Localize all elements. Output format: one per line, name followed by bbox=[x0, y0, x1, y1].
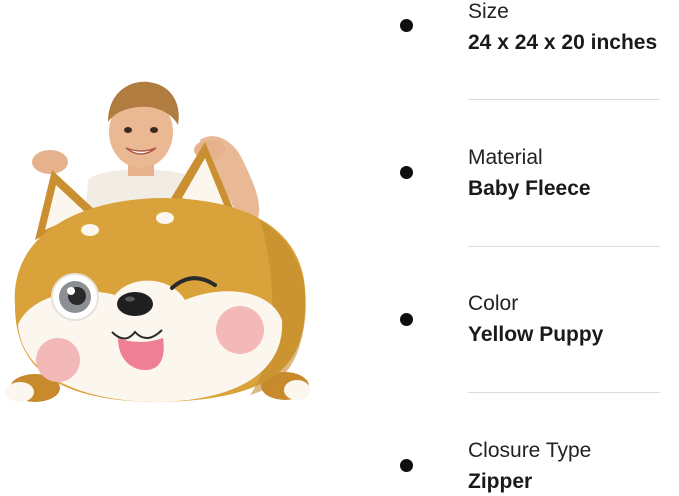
spec-value: Baby Fleece bbox=[468, 177, 591, 200]
bullet-icon bbox=[400, 166, 413, 179]
spec-value: Zipper bbox=[468, 470, 533, 493]
spec-label: Size bbox=[468, 0, 509, 23]
spec-label: Color bbox=[468, 292, 519, 315]
divider bbox=[468, 99, 660, 100]
spec-label: Material bbox=[468, 146, 543, 169]
spec-label: Closure Type bbox=[468, 439, 592, 462]
divider bbox=[468, 246, 660, 247]
product-specifications: Size 24 x 24 x 20 inches Material Baby F… bbox=[0, 0, 679, 496]
spec-value: Yellow Puppy bbox=[468, 323, 604, 346]
bullet-icon bbox=[400, 313, 413, 326]
divider bbox=[468, 392, 660, 393]
bullet-icon bbox=[400, 19, 413, 32]
spec-value: 24 x 24 x 20 inches bbox=[468, 31, 658, 54]
bullet-icon bbox=[400, 459, 413, 472]
